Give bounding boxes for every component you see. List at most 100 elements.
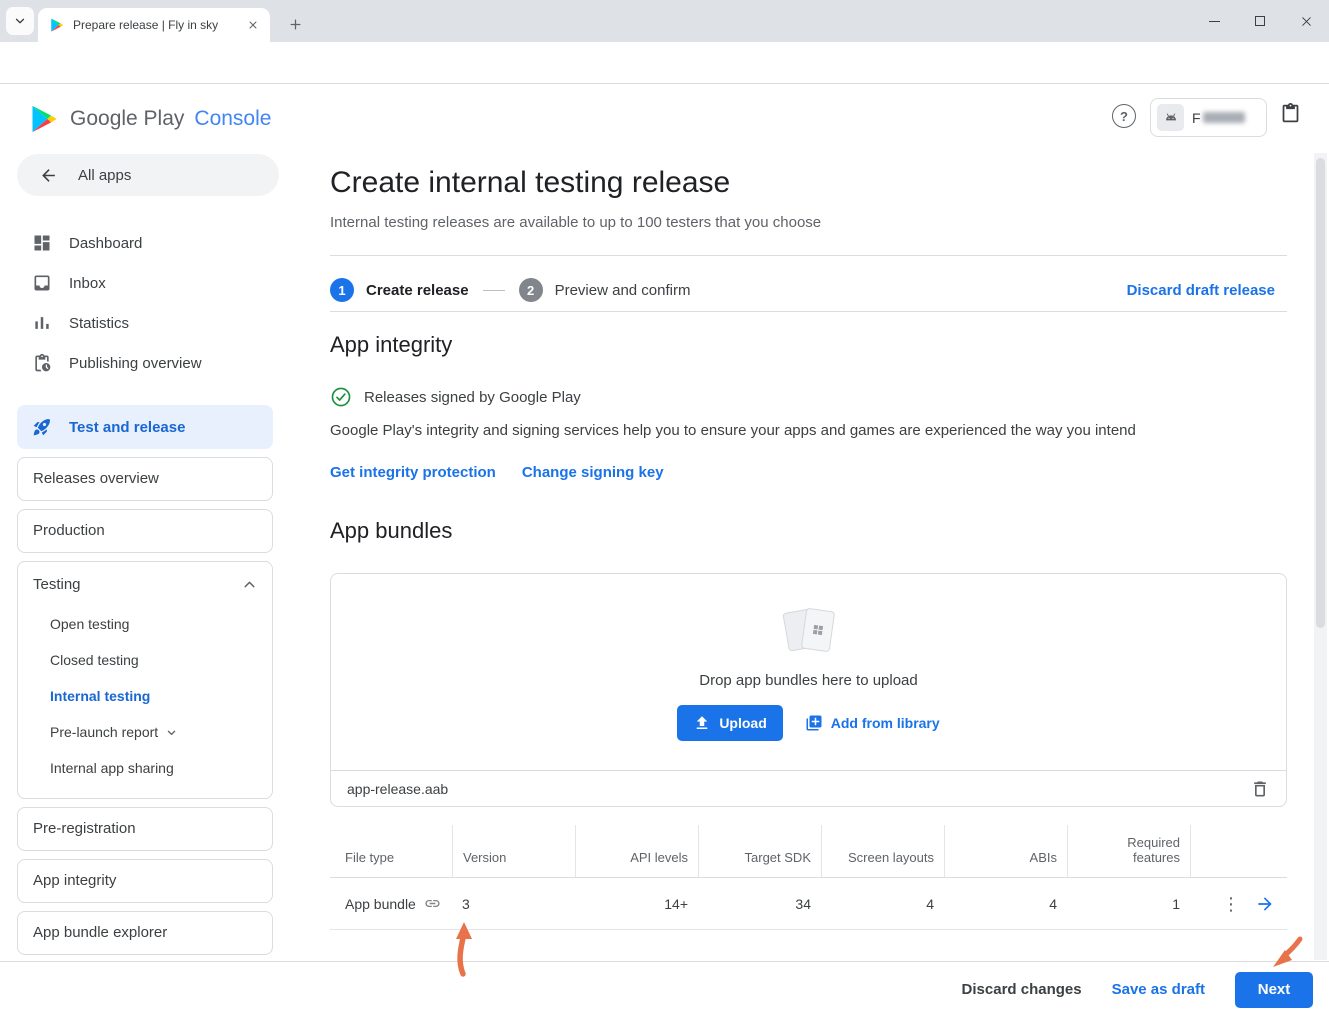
sidebar-card-app-integrity[interactable]: App integrity xyxy=(17,859,273,903)
all-apps-button[interactable]: All apps xyxy=(17,154,279,196)
table-header-row: File type Version API levels Target SDK … xyxy=(330,825,1287,878)
get-integrity-protection-link[interactable]: Get integrity protection xyxy=(330,464,496,481)
save-as-draft-button[interactable]: Save as draft xyxy=(1112,981,1205,998)
arrow-forward-icon xyxy=(1255,894,1275,914)
trash-icon xyxy=(1250,779,1270,799)
sidebar-item-dashboard[interactable]: Dashboard xyxy=(0,223,300,263)
scrollbar-track[interactable] xyxy=(1314,153,1327,960)
sidebar-item-label: Dashboard xyxy=(69,235,142,252)
step-1-label: Create release xyxy=(366,282,469,299)
drop-zone[interactable]: Drop app bundles here to upload Upload A… xyxy=(331,574,1286,770)
table-row: App bundle 3 14+ 34 4 4 1 ⋮ xyxy=(330,878,1287,930)
sidebar-item-internal-testing[interactable]: Internal testing xyxy=(18,678,272,714)
stacked-files-icon xyxy=(778,604,840,662)
divider xyxy=(330,255,1287,256)
sidebar-item-label: Test and release xyxy=(69,419,185,436)
drop-zone-text: Drop app bundles here to upload xyxy=(699,672,918,689)
sidebar: All apps Dashboard Inbox Statistics Publ… xyxy=(0,150,300,961)
sidebar-card-production[interactable]: Production xyxy=(17,509,273,553)
new-tab-button[interactable] xyxy=(282,11,308,37)
sidebar-item-pre-launch-report[interactable]: Pre-launch report xyxy=(18,714,272,750)
tab-title: Prepare release | Fly in sky xyxy=(73,18,236,32)
bundle-table: File type Version API levels Target SDK … xyxy=(330,825,1287,930)
close-window-button[interactable] xyxy=(1283,0,1329,42)
help-button[interactable]: ? xyxy=(1112,104,1136,128)
sidebar-card-pre-registration[interactable]: Pre-registration xyxy=(17,807,273,851)
row-detail-button[interactable] xyxy=(1255,894,1275,914)
tab-search-button[interactable] xyxy=(6,7,34,35)
col-abis: ABIs xyxy=(944,825,1067,877)
minimize-button[interactable] xyxy=(1191,0,1237,42)
card-label: App integrity xyxy=(18,860,272,902)
brand-google-play: Google Play xyxy=(70,107,184,131)
console-header: Google Play Console ? F xyxy=(0,85,1329,150)
close-icon xyxy=(1300,15,1313,28)
integrity-description: Google Play's integrity and signing serv… xyxy=(330,422,1136,439)
card-label: Releases overview xyxy=(18,458,272,500)
discard-draft-release-link[interactable]: Discard draft release xyxy=(1127,282,1275,299)
step-connector xyxy=(483,290,505,291)
sidebar-item-inbox[interactable]: Inbox xyxy=(0,263,300,303)
row-menu-button[interactable]: ⋮ xyxy=(1222,895,1240,913)
next-button[interactable]: Next xyxy=(1235,972,1313,1008)
help-icon: ? xyxy=(1120,109,1128,124)
sidebar-item-closed-testing[interactable]: Closed testing xyxy=(18,642,272,678)
col-api-levels: API levels xyxy=(575,825,698,877)
card-label: Production xyxy=(18,510,272,552)
col-required-features: Required features xyxy=(1067,825,1190,877)
app-avatar xyxy=(1157,104,1184,131)
delete-file-button[interactable] xyxy=(1250,779,1270,799)
discard-changes-button[interactable]: Discard changes xyxy=(962,981,1082,998)
step-1-circle: 1 xyxy=(330,278,354,302)
signed-by-google-play-row: Releases signed by Google Play xyxy=(330,386,581,408)
sidebar-item-label: Inbox xyxy=(69,275,106,292)
redacted-app-name xyxy=(1203,112,1245,123)
card-label: Pre-registration xyxy=(18,808,272,850)
scrollbar-thumb[interactable] xyxy=(1316,158,1325,628)
sidebar-item-label: Publishing overview xyxy=(69,355,202,372)
add-from-library-button[interactable]: Add from library xyxy=(805,714,940,732)
app-bundles-heading: App bundles xyxy=(330,518,452,544)
integrity-links: Get integrity protection Change signing … xyxy=(330,464,664,481)
upload-button[interactable]: Upload xyxy=(677,705,782,741)
stepper: 1 Create release 2 Preview and confirm D… xyxy=(330,268,1287,312)
step-2-label: Preview and confirm xyxy=(555,282,691,299)
uploaded-file-row: app-release.aab xyxy=(331,770,1286,807)
col-screen-layouts: Screen layouts xyxy=(821,825,944,877)
android-icon xyxy=(1163,110,1179,126)
file-type-value: App bundle xyxy=(345,896,416,912)
file-name: app-release.aab xyxy=(347,781,448,797)
sidebar-card-app-bundle-explorer[interactable]: App bundle explorer xyxy=(17,911,273,955)
required-features-value: 1 xyxy=(1067,896,1190,912)
sidebar-item-internal-app-sharing[interactable]: Internal app sharing xyxy=(18,750,272,786)
publishing-clock-icon xyxy=(32,353,52,373)
browser-tab[interactable]: Prepare release | Fly in sky xyxy=(38,8,270,42)
app-selector-chip[interactable]: F xyxy=(1150,98,1267,137)
brand-console: Console xyxy=(194,107,271,131)
check-circle-icon xyxy=(330,386,352,408)
sidebar-item-statistics[interactable]: Statistics xyxy=(0,303,300,343)
library-add-icon xyxy=(805,714,823,732)
sidebar-item-test-and-release[interactable]: Test and release xyxy=(17,405,273,449)
clipboard-button[interactable] xyxy=(1280,103,1301,124)
change-signing-key-link[interactable]: Change signing key xyxy=(522,464,664,481)
version-value: 3 xyxy=(452,896,575,912)
testing-label: Testing xyxy=(33,576,81,593)
clipboard-icon xyxy=(1280,103,1301,124)
sidebar-item-open-testing[interactable]: Open testing xyxy=(18,606,272,642)
tab-strip: Prepare release | Fly in sky xyxy=(0,0,1329,42)
api-levels-value: 14+ xyxy=(575,896,698,912)
maximize-icon xyxy=(1255,16,1265,26)
app-bundle-upload-panel: Drop app bundles here to upload Upload A… xyxy=(330,573,1287,807)
google-play-favicon-icon xyxy=(50,17,65,33)
testing-group-header[interactable]: Testing xyxy=(18,562,272,606)
play-logo-icon xyxy=(30,103,60,135)
bar-chart-icon xyxy=(32,313,52,333)
tab-close-icon[interactable] xyxy=(244,16,262,34)
col-version: Version xyxy=(452,825,575,877)
page-subtitle: Internal testing releases are available … xyxy=(330,214,821,231)
maximize-button[interactable] xyxy=(1237,0,1283,42)
sidebar-item-publishing-overview[interactable]: Publishing overview xyxy=(0,343,300,383)
minimize-icon xyxy=(1209,21,1220,22)
sidebar-card-releases-overview[interactable]: Releases overview xyxy=(17,457,273,501)
